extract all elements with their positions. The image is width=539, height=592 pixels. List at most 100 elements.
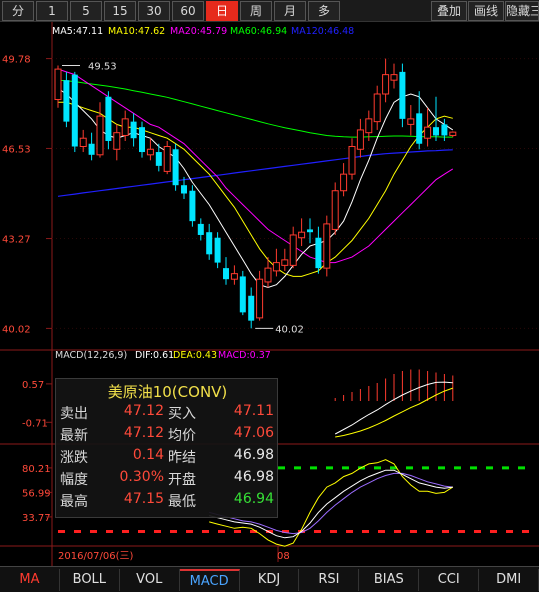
candle-body — [298, 231, 306, 239]
quote-row: 幅度 0.30% 开盘 46.98 — [56, 469, 279, 491]
quote-label: 开盘 — [168, 472, 196, 488]
period-button-0[interactable]: 分 — [2, 1, 34, 21]
quote-label: 最低 — [168, 494, 196, 510]
quote-label: 买入 — [168, 406, 196, 422]
period-button-1[interactable]: 1 — [36, 1, 68, 21]
tab-dmi[interactable]: DMI — [479, 569, 539, 591]
indicator-tab-bar: MA BOLL VOL MACD KDJ RSI BIAS CCI DMI — [0, 566, 539, 592]
macd-dif: DIF:0.61 — [135, 350, 174, 361]
macd-tick-label: -0.71 — [22, 418, 48, 429]
period-button-6[interactable]: 日 — [206, 1, 238, 21]
period-button-5[interactable]: 60 — [172, 1, 204, 21]
period-button-4[interactable]: 30 — [138, 1, 170, 21]
candle-body — [146, 148, 154, 156]
quote-row: 最高 47.15 最低 46.94 — [56, 491, 279, 513]
candle-body — [315, 237, 322, 269]
candle-body — [113, 132, 121, 150]
candle-body — [239, 276, 246, 313]
quote-value: 47.11 — [233, 403, 274, 419]
price-tick-label: 46.53 — [2, 144, 31, 155]
candle-body — [54, 68, 62, 101]
candle-body — [416, 113, 423, 144]
price-tick-label: 43.27 — [2, 235, 31, 246]
tool-button-2[interactable]: 隐藏三 — [505, 1, 539, 21]
candle-body — [172, 149, 179, 186]
quote-value: 0.30% — [119, 469, 164, 485]
tool-button-1[interactable]: 画线 — [468, 1, 504, 21]
candle-body — [424, 126, 432, 139]
quote-panel: 美原油10(CONV) 卖出 47.12 买入 47.11 最新 47.12 均价 47.06… — [55, 378, 278, 518]
quote-value: 47.12 — [123, 403, 164, 419]
quote-row: 卖出 47.12 买入 47.11 — [56, 403, 279, 425]
candle-body — [79, 137, 87, 148]
tab-cci[interactable]: CCI — [419, 569, 480, 591]
candle-body — [88, 143, 95, 155]
candle-body — [105, 96, 112, 141]
macd-dea: DEA:0.43 — [173, 350, 217, 361]
candle-body — [139, 127, 145, 153]
price-tick-label: 40.02 — [2, 324, 31, 335]
high-label: 49.53 — [88, 62, 117, 73]
candle-body — [206, 232, 213, 255]
candle-body — [407, 118, 415, 125]
period-button-9[interactable]: 多 — [308, 1, 340, 21]
candle-body — [63, 80, 70, 122]
candle-body — [356, 129, 364, 150]
quote-value: 0.14 — [132, 447, 164, 463]
candle-body — [96, 115, 104, 156]
candle-body — [214, 237, 221, 263]
tab-boll[interactable]: BOLL — [60, 569, 120, 591]
candle-body — [181, 185, 187, 194]
quote-value: 47.12 — [123, 425, 164, 441]
candle-body — [281, 259, 289, 266]
tool-button-0[interactable]: 叠加 — [431, 1, 467, 21]
tab-macd[interactable]: MACD — [179, 569, 240, 591]
period-button-2[interactable]: 5 — [70, 1, 102, 21]
kdj-tick-label: 56.99 — [22, 488, 51, 499]
candle-body — [331, 190, 339, 230]
quote-row: 最新 47.12 均价 47.06 — [56, 425, 279, 447]
tab-bias[interactable]: BIAS — [359, 569, 420, 591]
candle-body — [248, 295, 255, 321]
tab-ma[interactable]: MA — [0, 569, 60, 591]
candle-body — [323, 223, 331, 269]
candle-body — [441, 124, 448, 136]
quote-label: 涨跌 — [60, 450, 88, 466]
quote-title: 美原油10(CONV) — [107, 383, 228, 401]
quote-value: 47.06 — [233, 425, 274, 441]
candle-body — [272, 262, 280, 272]
candle-body — [348, 146, 356, 175]
legend-ma5: MA5:47.11 — [52, 26, 103, 37]
cursor-date-label: 2016/07/06(三) — [58, 551, 134, 562]
quote-label: 幅度 — [60, 472, 88, 488]
candle-body — [71, 74, 78, 147]
quote-value: 46.98 — [233, 469, 274, 485]
period-button-7[interactable]: 周 — [240, 1, 272, 21]
candle-body — [289, 234, 297, 266]
ma20-line — [57, 68, 454, 264]
legend-ma20: MA20:45.79 — [170, 26, 227, 37]
period-button-8[interactable]: 月 — [274, 1, 306, 21]
candle-body — [382, 74, 390, 95]
candle-body — [223, 268, 229, 280]
legend-ma10: MA10:47.62 — [108, 26, 165, 37]
period-button-3[interactable]: 15 — [104, 1, 136, 21]
quote-value: 46.98 — [233, 447, 274, 463]
quote-row: 涨跌 0.14 昨结 46.98 — [56, 447, 279, 469]
quote-value: 46.94 — [233, 491, 274, 507]
tab-rsi[interactable]: RSI — [300, 569, 360, 591]
tab-kdj[interactable]: KDJ — [240, 569, 300, 591]
candle-body — [433, 127, 439, 136]
candle-body — [373, 93, 381, 123]
kdj-tick-label: 33.77 — [22, 513, 51, 524]
tab-vol[interactable]: VOL — [120, 569, 180, 591]
macd-value: MACD:0.37 — [218, 350, 271, 361]
candle-body — [163, 146, 171, 172]
candle-body — [155, 152, 162, 166]
quote-value: 47.15 — [123, 491, 164, 507]
candle-body — [197, 223, 204, 235]
candle-body — [121, 118, 129, 136]
price-tick-label: 49.78 — [2, 55, 31, 66]
legend-ma60: MA60:46.94 — [230, 26, 287, 37]
quote-label: 均价 — [168, 428, 196, 444]
